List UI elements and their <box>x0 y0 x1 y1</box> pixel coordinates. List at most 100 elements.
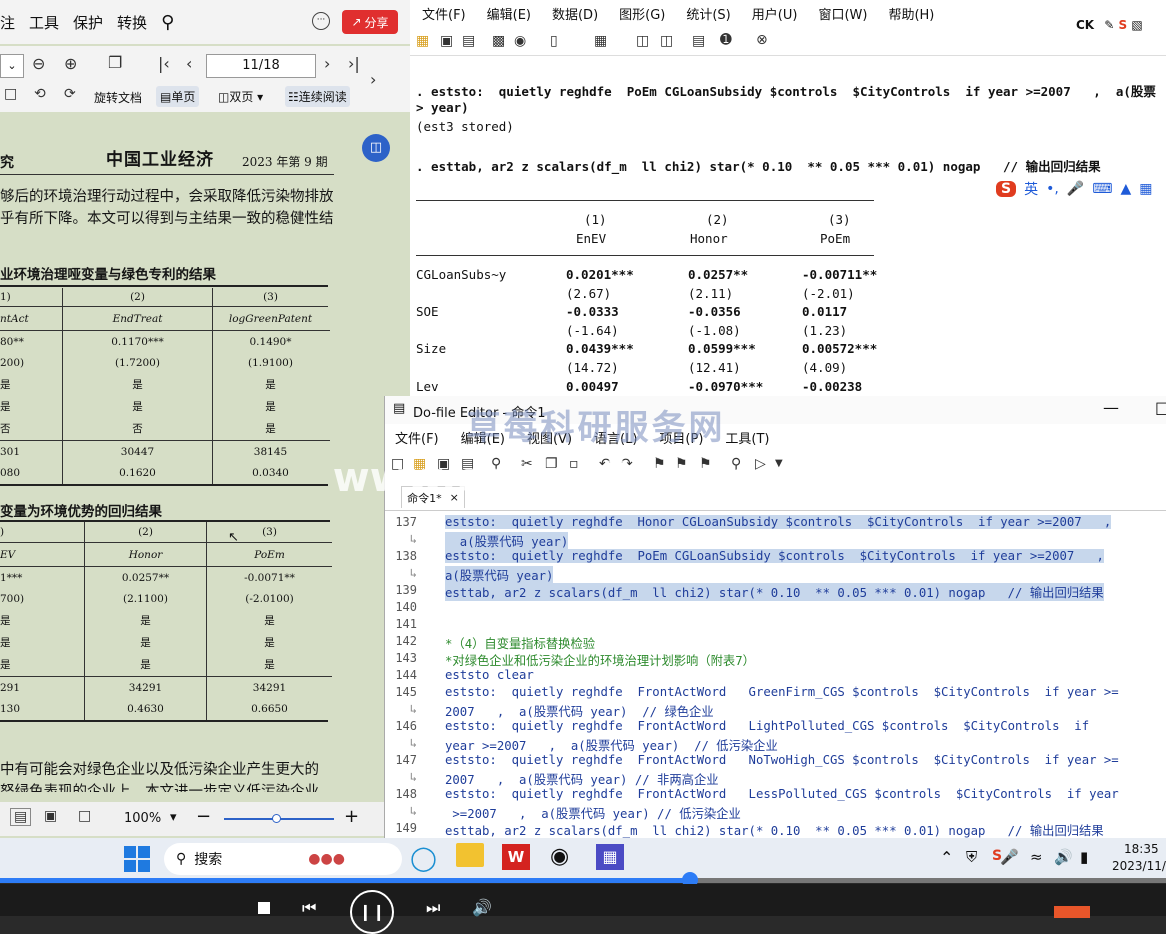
code-area[interactable]: 137 eststo: quietly reghdfe Honor CGLoanS… <box>385 510 1166 838</box>
skin-icon[interactable]: ▲ <box>1120 181 1131 197</box>
video-progress-played[interactable] <box>0 878 690 883</box>
zoom-slider-handle[interactable] <box>272 814 281 823</box>
save-icon[interactable]: ▣ <box>437 456 450 472</box>
rotate-document-button[interactable]: 旋转文档 <box>94 89 142 106</box>
print-icon[interactable]: ▤ <box>461 456 474 472</box>
stata-taskbar-icon[interactable]: ◉ <box>550 844 569 869</box>
menu-data[interactable]: 数据(D) <box>552 4 598 23</box>
break-icon[interactable]: ⊗ <box>756 32 768 48</box>
code-line[interactable]: esttab, ar2 z scalars(df_m ll chi2) star… <box>445 821 1104 838</box>
dropdown-chevron-icon[interactable]: ⌄ <box>0 54 24 78</box>
skip-forward-icon[interactable]: ⏭ <box>426 898 440 918</box>
first-page-icon[interactable]: |‹ <box>158 54 170 73</box>
sidebar-toggle-icon[interactable]: › <box>370 70 376 89</box>
copy-pages-icon[interactable]: ❐ <box>108 53 122 72</box>
zoom-level[interactable]: 100% <box>124 811 161 826</box>
code-line[interactable]: *（4）自变量指标替换检验 <box>445 634 595 652</box>
code-line[interactable]: year >=2007 , a(股票代码 year) // 低污染企业 <box>445 736 778 754</box>
code-line[interactable]: 2007 , a(股票代码 year) // 非两高企业 <box>445 770 719 788</box>
pdf-menu-convert[interactable]: 转换 <box>117 12 147 33</box>
more-icon[interactable]: ➊ <box>720 32 732 48</box>
menu-user[interactable]: 用户(U) <box>752 4 798 23</box>
menu-help[interactable]: 帮助(H) <box>888 4 934 23</box>
battery-icon[interactable]: ▮ <box>1080 848 1088 866</box>
keyboard-icon[interactable]: ⌨ <box>1092 181 1112 197</box>
page-number-input[interactable]: 11/18 <box>206 54 316 78</box>
undo-icon[interactable]: ↶ <box>599 456 611 472</box>
df-menu-file[interactable]: 文件(F) <box>395 428 439 447</box>
code-line[interactable]: esttab, ar2 z scalars(df_m ll chi2) star… <box>445 583 1104 601</box>
log-icon[interactable]: ▩ <box>492 33 505 49</box>
video-progress-remaining[interactable] <box>690 878 1166 883</box>
menu-file[interactable]: 文件(F) <box>422 4 466 23</box>
execute-menu-chevron-icon[interactable]: ▼ <box>775 458 783 469</box>
data-editor-icon[interactable]: ◫ <box>636 33 649 49</box>
paste-icon[interactable]: ▫ <box>569 456 579 472</box>
file-explorer-icon[interactable] <box>456 843 484 867</box>
tab-close-icon[interactable]: × <box>450 491 459 504</box>
code-line[interactable]: eststo: quietly reghdfe Honor CGLoanSubs… <box>445 515 1112 529</box>
save-icon[interactable]: ▣ <box>440 33 453 49</box>
pdf-menu-annotate[interactable]: 注 <box>0 12 15 33</box>
last-page-icon[interactable]: ›| <box>348 54 360 73</box>
df-menu-edit[interactable]: 编辑(E) <box>461 428 505 447</box>
code-line[interactable]: >=2007 , a(股票代码 year) // 低污染企业 <box>445 804 740 822</box>
toolbox-icon[interactable]: ▦ <box>1139 181 1152 197</box>
single-page-button[interactable]: ▤单页 <box>156 86 200 107</box>
menu-edit[interactable]: 编辑(E) <box>487 4 531 23</box>
stop-icon[interactable] <box>258 902 270 914</box>
code-line[interactable]: eststo: quietly reghdfe FrontActWord Gre… <box>445 685 1119 699</box>
continuous-read-button[interactable]: ☷连续阅读 <box>285 86 350 107</box>
fit-page-icon[interactable]: ▤ <box>10 808 32 826</box>
windows-start-icon[interactable] <box>124 846 150 872</box>
voice-icon[interactable]: 🎤 <box>1067 181 1084 197</box>
df-menu-language[interactable]: 语言(L) <box>594 428 637 447</box>
open-icon[interactable]: ▦ <box>413 456 426 472</box>
do-file-tab[interactable]: 命令1* × <box>401 486 465 508</box>
menu-graphics[interactable]: 图形(G) <box>619 4 665 23</box>
punct-icon[interactable]: •, <box>1046 181 1059 197</box>
ime-lang[interactable]: 英 <box>1024 179 1038 199</box>
search-icon[interactable]: ⚲ <box>161 12 174 33</box>
zoom-chevron-icon[interactable]: ▾ <box>170 810 177 825</box>
fit-width-icon[interactable]: ▣ <box>44 808 57 824</box>
wps-icon[interactable]: W <box>502 844 530 870</box>
bookmark-toggle-icon[interactable]: ⚑ <box>653 456 666 472</box>
maximize-icon[interactable]: □ <box>1155 398 1166 417</box>
execute-icon[interactable]: ▷ <box>755 456 766 472</box>
zoom-out-icon[interactable]: ⊖ <box>32 54 45 73</box>
bookmark-prev-icon[interactable]: ⚑ <box>675 456 688 472</box>
double-page-button[interactable]: ◫双页 ▾ <box>218 88 263 105</box>
code-line[interactable]: 2007 , a(股票代码 year) // 绿色企业 <box>445 702 714 720</box>
skip-back-icon[interactable]: ⏮ <box>302 898 316 918</box>
next-page-icon[interactable]: › <box>324 54 330 73</box>
df-menu-view[interactable]: 视图(V) <box>527 428 572 447</box>
menu-statistics[interactable]: 统计(S) <box>686 4 730 23</box>
code-line[interactable]: eststo: quietly reghdfe FrontActWord Les… <box>445 787 1119 801</box>
share-button[interactable]: ↗ 分享 <box>342 10 398 34</box>
code-line[interactable]: eststo: quietly reghdfe FrontActWord Lig… <box>445 719 1089 733</box>
code-line[interactable]: eststo: quietly reghdfe FrontActWord NoT… <box>445 753 1119 767</box>
prev-page-icon[interactable]: ‹ <box>186 54 192 73</box>
show-syntax-icon[interactable]: ⚲ <box>731 456 741 472</box>
cut-icon[interactable]: ✂ <box>521 456 533 472</box>
code-line[interactable]: eststo clear <box>445 668 534 682</box>
zoom-minus-icon[interactable]: − <box>196 806 211 827</box>
tray-chevron-up-icon[interactable]: ⌃ <box>940 848 953 867</box>
code-line[interactable]: a(股票代码 year) <box>445 532 569 550</box>
redo-icon[interactable]: ↷ <box>621 456 633 472</box>
code-line[interactable]: a(股票代码 year) <box>445 566 554 584</box>
volume-icon[interactable]: 🔊 <box>1054 848 1073 866</box>
grid-app-icon[interactable]: ▦ <box>596 844 624 870</box>
volume-icon[interactable]: 🔊 <box>472 898 492 917</box>
new-file-icon[interactable]: □ <box>391 456 404 472</box>
pause-icon[interactable]: ❙❙ <box>350 890 394 934</box>
frame-icon[interactable]: □ <box>4 86 17 102</box>
pdf-action-icon[interactable]: ◫ <box>362 134 390 162</box>
menu-window[interactable]: 窗口(W) <box>818 4 867 23</box>
taskbar-search[interactable]: ⚲ 搜索 ●●● <box>164 843 402 875</box>
viewer-icon[interactable]: ◉ <box>514 33 526 49</box>
find-icon[interactable]: ⚲ <box>491 456 501 472</box>
clock-date[interactable]: 2023/11/5 <box>1112 859 1166 873</box>
rotate-right-icon[interactable]: ⟳ <box>64 86 76 102</box>
